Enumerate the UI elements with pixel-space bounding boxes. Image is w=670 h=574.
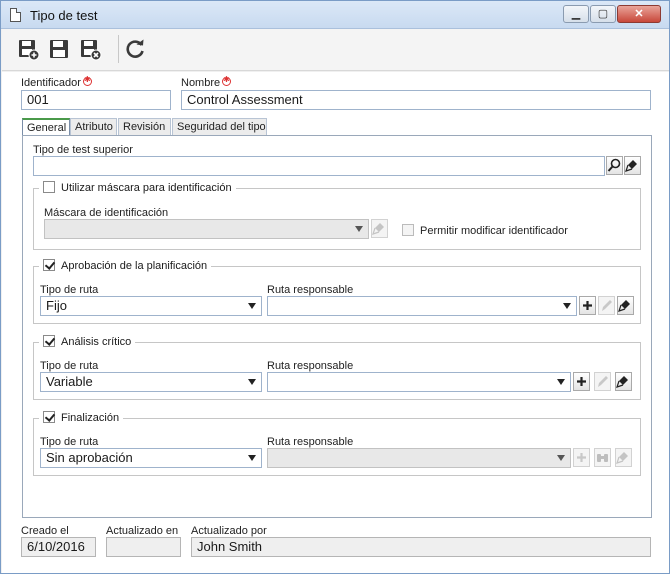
mascara-checkbox[interactable] <box>43 181 55 193</box>
pencil-icon <box>602 300 612 311</box>
plus-icon <box>583 301 592 310</box>
refresh-icon <box>126 39 144 58</box>
actualizado-field <box>106 537 181 557</box>
creado-field: 6/10/2016 <box>21 537 96 557</box>
eraser-icon <box>616 376 628 388</box>
nombre-field[interactable]: Control Assessment <box>181 90 651 110</box>
finalizacion-tipo-ruta-select[interactable]: Sin aprobación <box>40 448 262 468</box>
window-title: Tipo de test <box>30 8 98 23</box>
aprobacion-legend[interactable]: Aprobación de la planificación <box>39 259 212 272</box>
tipo-superior-label: Tipo de test superior <box>33 144 133 156</box>
aprobacion-group: Aprobación de la planificación Tipo de r… <box>33 259 641 324</box>
identificador-label: Identificador <box>21 75 92 89</box>
tab-revision[interactable]: Revisión <box>118 118 171 136</box>
aprobacion-ruta-responsable-select[interactable] <box>267 296 577 316</box>
tipo-ruta-label: Tipo de ruta <box>40 360 99 372</box>
identificador-field[interactable]: 001 <box>21 90 171 110</box>
toolbar <box>2 29 669 71</box>
chevron-down-icon <box>355 226 363 232</box>
eraser-icon <box>616 452 628 464</box>
eraser-icon <box>618 300 630 312</box>
mascara-group: Utilizar máscara para identificación Más… <box>33 181 641 250</box>
binoculars-icon <box>597 454 608 462</box>
actualizado-label: Actualizado en <box>106 525 179 537</box>
required-icon <box>222 75 232 86</box>
ruta-responsable-label: Ruta responsable <box>267 284 354 296</box>
permitir-modificar-option[interactable]: Permitir modificar identificador <box>402 224 568 237</box>
mascara-clear-button[interactable] <box>371 219 388 238</box>
finalizacion-clear-button[interactable] <box>615 448 632 467</box>
plus-icon <box>577 377 586 386</box>
actualizado-por-label: Actualizado por <box>191 525 267 537</box>
refresh-button[interactable] <box>123 37 147 61</box>
chevron-down-icon <box>248 455 256 461</box>
finalizacion-legend[interactable]: Finalización <box>39 411 124 424</box>
tipo-ruta-label: Tipo de ruta <box>40 436 99 448</box>
aprobacion-tipo-ruta-select[interactable]: Fijo <box>40 296 262 316</box>
ruta-responsable-label: Ruta responsable <box>267 436 354 448</box>
chevron-down-icon <box>557 379 565 385</box>
permitir-modificar-checkbox[interactable] <box>402 224 414 236</box>
aprobacion-edit-button[interactable] <box>598 296 615 315</box>
save-icon <box>50 40 68 58</box>
finalizacion-ruta-responsable-select[interactable] <box>267 448 571 468</box>
analisis-legend[interactable]: Análisis crítico <box>39 335 136 348</box>
save-and-new-button[interactable] <box>16 37 40 61</box>
analisis-tipo-ruta-select[interactable]: Variable <box>40 372 262 392</box>
save-and-close-icon <box>81 40 102 61</box>
save-and-close-button[interactable] <box>78 37 102 61</box>
aprobacion-clear-button[interactable] <box>617 296 634 315</box>
aprobacion-add-button[interactable] <box>579 296 596 315</box>
toolbar-separator <box>118 35 119 63</box>
finalizacion-view-button[interactable] <box>594 448 611 467</box>
clear-button[interactable] <box>624 156 641 175</box>
analisis-clear-button[interactable] <box>615 372 632 391</box>
aprobacion-checkbox[interactable] <box>43 259 55 271</box>
nombre-label: Nombre <box>181 75 232 89</box>
required-icon <box>82 75 92 86</box>
maximize-button[interactable]: ▢ <box>590 5 616 23</box>
ruta-responsable-label: Ruta responsable <box>267 360 354 372</box>
tipo-superior-field[interactable] <box>33 156 605 176</box>
analisis-group: Análisis crítico Tipo de ruta Variable R… <box>33 335 641 400</box>
analisis-checkbox[interactable] <box>43 335 55 347</box>
creado-label: Creado el <box>21 525 69 537</box>
dialog-window: Tipo de test ▁ ▢ ✕ Identificador✱ 001 No… <box>0 0 670 574</box>
analisis-edit-button[interactable] <box>594 372 611 391</box>
form-body: Identificador 001 Nombre Control Assessm… <box>2 72 669 573</box>
chevron-down-icon <box>563 303 571 309</box>
close-button[interactable]: ✕ <box>617 5 661 23</box>
general-tab-panel: Tipo de test superior Utilizar máscara p… <box>22 135 652 518</box>
finalizacion-group: Finalización Tipo de ruta Sin aprobación… <box>33 411 641 476</box>
analisis-add-button[interactable] <box>573 372 590 391</box>
tab-atributo[interactable]: Atributo <box>70 118 117 136</box>
mascara-select[interactable] <box>44 219 369 239</box>
chevron-down-icon <box>557 455 565 461</box>
finalizacion-add-button[interactable] <box>573 448 590 467</box>
analisis-ruta-responsable-select[interactable] <box>267 372 571 392</box>
finalizacion-checkbox[interactable] <box>43 411 55 423</box>
pencil-icon <box>598 376 608 387</box>
title-bar[interactable]: Tipo de test ▁ ▢ ✕ <box>1 1 669 29</box>
chevron-down-icon <box>248 379 256 385</box>
tipo-ruta-label: Tipo de ruta <box>40 284 99 296</box>
plus-icon <box>577 453 586 462</box>
chevron-down-icon <box>248 303 256 309</box>
tab-seguridad-del-tipo[interactable]: Seguridad del tipo <box>172 118 267 136</box>
save-button[interactable] <box>47 37 71 61</box>
mascara-label: Máscara de identificación <box>44 207 169 219</box>
mascara-legend[interactable]: Utilizar máscara para identificación <box>39 181 236 194</box>
minimize-button[interactable]: ▁ <box>563 5 589 23</box>
actualizado-por-field: John Smith <box>191 537 651 557</box>
eraser-icon <box>372 223 384 235</box>
save-and-new-icon <box>19 40 40 61</box>
eraser-icon <box>625 160 637 172</box>
search-button[interactable] <box>606 156 623 175</box>
document-icon <box>10 8 21 22</box>
search-icon <box>607 158 621 172</box>
